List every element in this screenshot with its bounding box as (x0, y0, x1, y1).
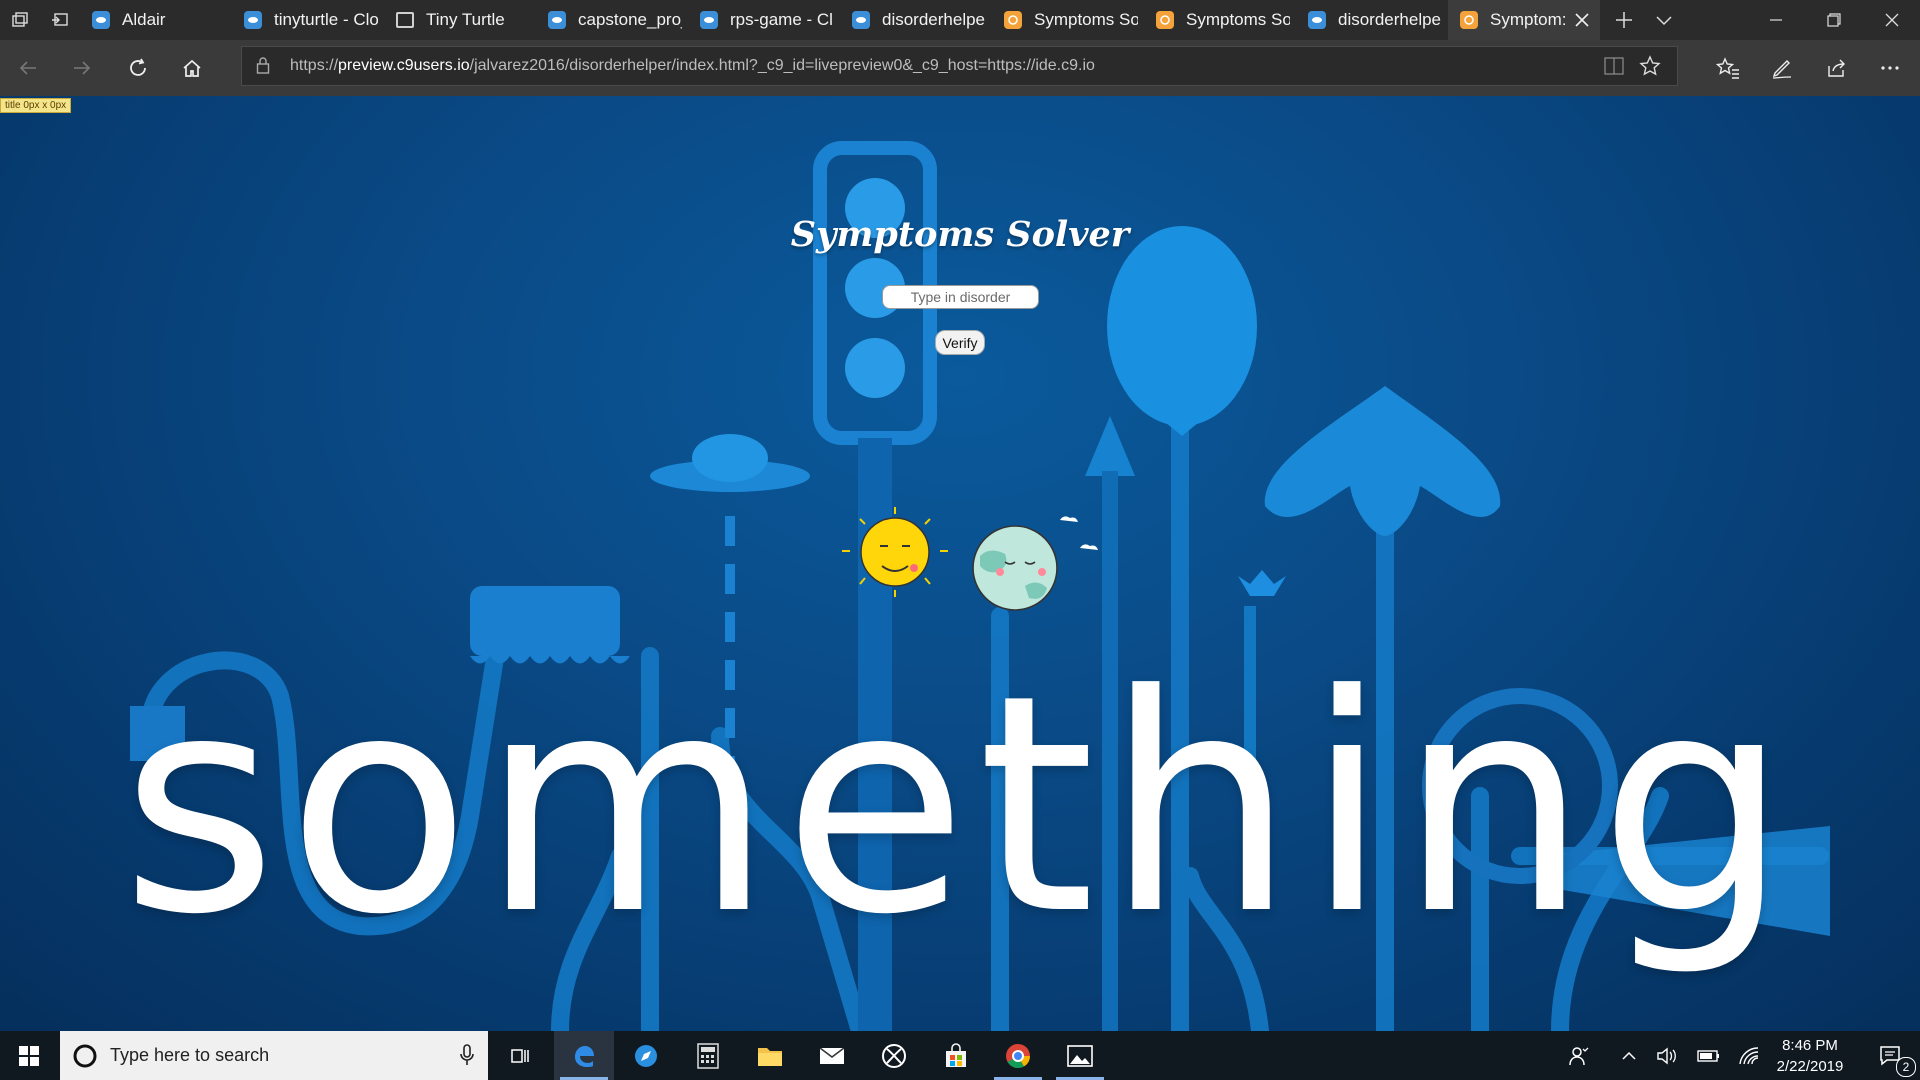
symptoms-icon (1004, 11, 1022, 29)
cortana-icon (72, 1043, 98, 1074)
tab-disorderhelper-1[interactable]: disorderhelpe (840, 0, 992, 40)
calculator-icon[interactable] (678, 1031, 738, 1080)
dev-size-badge: title 0px x 0px (0, 98, 72, 113)
action-center-icon[interactable]: 2 (1862, 1031, 1920, 1080)
disorder-input[interactable] (882, 285, 1039, 309)
tab-title: Tiny Turtle (426, 10, 505, 29)
favorite-star-icon[interactable] (1639, 55, 1661, 82)
tab-title: Symptoms So (1186, 10, 1290, 29)
battery-icon[interactable] (1690, 1031, 1728, 1080)
refresh-icon[interactable] (118, 48, 158, 88)
back-arrow-icon[interactable] (8, 48, 48, 88)
tab-bar: Aldair tinyturtle - Clo Tiny Turtle caps… (0, 0, 1920, 40)
c9-icon (852, 11, 870, 29)
hero-text: something (120, 631, 1800, 980)
symptoms-icon (1460, 11, 1478, 29)
windows-start-icon[interactable] (0, 1031, 58, 1080)
tab-aldair[interactable]: Aldair (80, 0, 232, 40)
tab-title: capstone_proj (578, 10, 682, 29)
tab-symptoms-solver-1[interactable]: Symptoms So (992, 0, 1144, 40)
more-icon[interactable] (1870, 48, 1910, 88)
new-tab-icon[interactable] (1604, 0, 1644, 40)
photos-icon[interactable] (1050, 1031, 1110, 1080)
verify-button[interactable]: Verify (935, 330, 985, 355)
store-icon[interactable] (926, 1031, 986, 1080)
microphone-icon[interactable] (460, 1044, 474, 1071)
tab-title: Symptom: (1490, 10, 1566, 29)
c9-icon (548, 11, 566, 29)
lock-icon (256, 56, 270, 79)
c9-icon (1308, 11, 1326, 29)
chrome-icon[interactable] (988, 1031, 1048, 1080)
clock-date: 2/22/2019 (1776, 1058, 1844, 1075)
favorites-icon[interactable] (1708, 48, 1748, 88)
c9-icon (700, 11, 718, 29)
tab-symptoms-solver-active[interactable]: Symptom: (1448, 0, 1600, 40)
clock-time: 8:46 PM (1782, 1037, 1838, 1054)
tab-title: Symptoms So (1034, 10, 1138, 29)
safari-compass-icon[interactable] (616, 1031, 676, 1080)
pen-icon[interactable] (1762, 48, 1802, 88)
home-icon[interactable] (172, 48, 212, 88)
notification-count-badge: 2 (1896, 1057, 1916, 1077)
symptoms-icon (1156, 11, 1174, 29)
tab-tiny-turtle[interactable]: Tiny Turtle (384, 0, 536, 40)
page-title: Symptoms Solver (790, 214, 1130, 255)
tab-tinyturtle-cloud9[interactable]: tinyturtle - Clo (232, 0, 384, 40)
edge-browser-icon[interactable] (554, 1031, 614, 1080)
tab-title: disorderhelpe (882, 10, 986, 29)
tab-rps-game[interactable]: rps-game - Cl (688, 0, 840, 40)
xbox-icon[interactable] (864, 1031, 924, 1080)
system-clock[interactable]: 8:46 PM 2/22/2019 (1762, 1035, 1858, 1077)
c9-icon (92, 11, 110, 29)
close-window-icon[interactable] (1864, 0, 1920, 40)
search-placeholder: Type here to search (110, 1045, 270, 1065)
sun-and-earth-image (842, 507, 1098, 611)
tab-disorderhelper-2[interactable]: disorderhelpe (1296, 0, 1448, 40)
tab-symptoms-solver-2[interactable]: Symptoms So (1144, 0, 1296, 40)
page-icon (396, 11, 414, 29)
forward-arrow-icon[interactable] (62, 48, 102, 88)
share-icon[interactable] (1816, 48, 1856, 88)
windows-taskbar: Type here to search 8:46 PM 2/22/2019 2 (0, 1031, 1920, 1080)
task-view-icon[interactable] (490, 1031, 550, 1080)
tab-title: rps-game - Cl (730, 10, 833, 29)
tab-capstone-proj[interactable]: capstone_proj (536, 0, 688, 40)
reading-view-icon[interactable] (1603, 56, 1625, 81)
taskbar-search-box[interactable]: Type here to search (60, 1031, 488, 1080)
minimize-icon[interactable] (1748, 0, 1804, 40)
page-viewport: title 0px x 0px Symptoms Solver Verify s… (0, 96, 1920, 1031)
mail-icon[interactable] (802, 1031, 862, 1080)
address-bar[interactable]: https://preview.c9users.io/jalvarez2016/… (241, 46, 1678, 86)
file-explorer-icon[interactable] (740, 1031, 800, 1080)
tab-actions-icon[interactable] (0, 0, 40, 40)
people-icon[interactable] (1560, 1031, 1598, 1080)
c9-icon (244, 11, 262, 29)
tab-title: disorderhelpe (1338, 10, 1442, 29)
tab-title: tinyturtle - Clo (274, 10, 378, 29)
close-tab-icon[interactable] (1572, 10, 1592, 30)
show-hidden-icons-icon[interactable] (1610, 1031, 1648, 1080)
restore-icon[interactable] (1806, 0, 1862, 40)
tab-title: Aldair (122, 10, 166, 29)
volume-icon[interactable] (1648, 1031, 1686, 1080)
chevron-down-icon[interactable] (1644, 0, 1684, 40)
url-text: https://preview.c9users.io/jalvarez2016/… (290, 57, 1095, 74)
set-aside-tabs-icon[interactable] (40, 0, 80, 40)
navigation-bar: https://preview.c9users.io/jalvarez2016/… (0, 40, 1920, 96)
